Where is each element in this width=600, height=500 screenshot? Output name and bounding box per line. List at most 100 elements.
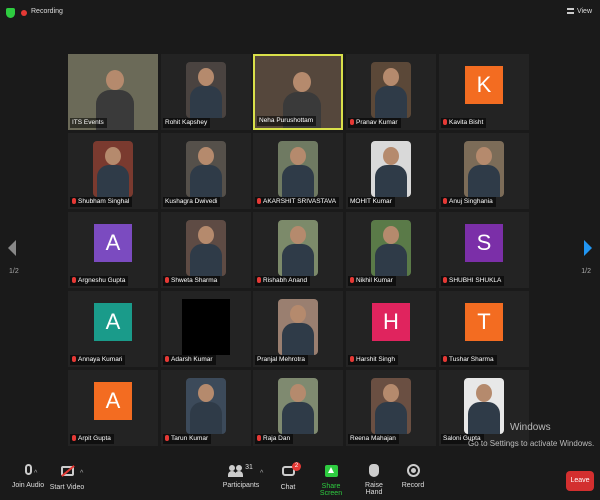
participant-tile[interactable]: Pranjal Mehrotra	[253, 291, 343, 367]
participant-tile[interactable]: Saloni Gupta	[439, 370, 529, 446]
participant-video-feed	[93, 141, 133, 197]
participant-name-label: Nikhil Kumar	[348, 276, 396, 286]
muted-microphone-icon	[443, 356, 447, 362]
participant-tile[interactable]: Shubham Singhal	[68, 133, 158, 209]
participant-gallery: ITS Events Rohit Kapshey Neha Purushottam P…	[0, 0, 600, 460]
participant-tile[interactable]: Neha Purushottam	[253, 54, 343, 130]
share-screen-label: Share Screen	[319, 483, 343, 497]
participant-video-feed	[464, 141, 504, 197]
muted-microphone-icon	[165, 277, 169, 283]
audio-options-chevron-icon[interactable]: ^	[34, 470, 37, 477]
participant-tile[interactable]: Adarsh Kumar	[161, 291, 251, 367]
participant-name-label: AKARSHIT SRIVASTAVA	[255, 197, 340, 207]
video-options-chevron-icon[interactable]: ^	[80, 470, 83, 477]
participant-avatar: T	[465, 303, 503, 341]
participant-tile[interactable]: Tarun Kumar	[161, 370, 251, 446]
raise-hand-label: Raise Hand	[365, 482, 383, 496]
participant-name: Kavita Bisht	[449, 119, 484, 126]
participant-tile[interactable]: Rishabh Anand	[253, 212, 343, 288]
muted-microphone-icon	[72, 435, 76, 441]
participant-name: Argneshu Gupta	[78, 277, 126, 284]
participant-avatar: S	[465, 224, 503, 262]
participant-name: AKARSHIT SRIVASTAVA	[263, 198, 337, 205]
muted-microphone-icon	[443, 119, 447, 125]
participants-count: 31	[245, 464, 253, 471]
participant-name: Arpit Gupta	[78, 435, 111, 442]
share-screen-icon	[324, 465, 338, 477]
participant-tile[interactable]: ITS Events	[68, 54, 158, 130]
participant-name-label: Reena Mahajan	[348, 434, 399, 444]
participant-name-label: Shweta Sharma	[163, 276, 221, 286]
participant-tile[interactable]: Raja Dan	[253, 370, 343, 446]
participant-name-label: Rohit Kapshey	[163, 118, 211, 128]
participant-name-label: Annaya Kumari	[70, 355, 126, 365]
record-button[interactable]: Record	[400, 464, 426, 489]
participant-video-feed	[278, 299, 318, 355]
muted-microphone-icon	[350, 277, 354, 283]
participant-name-label: Arpit Gupta	[70, 434, 114, 444]
muted-microphone-icon	[72, 356, 76, 362]
participant-tile[interactable]: Anuj Singhania	[439, 133, 529, 209]
participant-name: Nikhil Kumar	[356, 277, 393, 284]
participant-tile[interactable]: Nikhil Kumar	[346, 212, 436, 288]
share-screen-button[interactable]: Share Screen	[310, 464, 352, 497]
participant-name-label: Tarun Kumar	[163, 434, 212, 444]
participant-name-label: Neha Purushottam	[257, 116, 317, 126]
activation-watermark-subtitle: Go to Settings to activate Windows.	[468, 439, 595, 448]
participant-name-label: Pranjal Mehrotra	[255, 355, 309, 365]
participant-tile[interactable]: T Tushar Sharma	[439, 291, 529, 367]
next-page-arrow-icon[interactable]	[584, 240, 592, 256]
participants-options-chevron-icon[interactable]: ^	[260, 470, 263, 477]
start-video-button[interactable]: Start Video	[46, 464, 88, 491]
video-off-icon	[60, 466, 74, 476]
participant-video-feed	[371, 220, 411, 276]
muted-microphone-icon	[443, 198, 447, 204]
participant-avatar: A	[94, 303, 132, 341]
participant-video-feed	[186, 220, 226, 276]
participant-tile[interactable]: A Annaya Kumari	[68, 291, 158, 367]
muted-microphone-icon	[72, 277, 76, 283]
participant-tile[interactable]: S SHUBHI SHUKLA	[439, 212, 529, 288]
participant-name: Shubham Singhal	[78, 198, 130, 205]
participant-name: Reena Mahajan	[350, 435, 396, 442]
participant-name-label: Raja Dan	[255, 434, 294, 444]
participant-name-label: Pranav Kumar	[348, 118, 401, 128]
participant-tile[interactable]: AKARSHIT SRIVASTAVA	[253, 133, 343, 209]
participant-tile[interactable]: Rohit Kapshey	[161, 54, 251, 130]
leave-meeting-button[interactable]: Leave	[566, 471, 594, 491]
participant-video-feed	[464, 378, 504, 434]
participant-tile[interactable]: Shweta Sharma	[161, 212, 251, 288]
join-audio-button[interactable]: Join Audio	[6, 464, 50, 489]
participant-name: Shweta Sharma	[171, 277, 218, 284]
muted-microphone-icon	[443, 277, 447, 283]
participant-tile[interactable]: Reena Mahajan	[346, 370, 436, 446]
participant-name-label: Adarsh Kumar	[163, 355, 216, 365]
start-video-label: Start Video	[49, 484, 85, 491]
chat-label: Chat	[280, 484, 296, 491]
participant-name-label: Tushar Sharma	[441, 355, 497, 365]
participant-tile[interactable]: A Arpit Gupta	[68, 370, 158, 446]
participant-tile[interactable]: MOHIT Kumar	[346, 133, 436, 209]
participants-button[interactable]: 31 Participants	[218, 464, 264, 489]
raise-hand-button[interactable]: Raise Hand	[356, 464, 392, 496]
participant-tile[interactable]: H Harshit Singh	[346, 291, 436, 367]
muted-microphone-icon	[165, 435, 169, 441]
chat-button[interactable]: 2 Chat	[276, 462, 301, 491]
muted-microphone-icon	[72, 198, 76, 204]
participant-tile[interactable]: Pranav Kumar	[346, 54, 436, 130]
activation-watermark-title: Windows	[510, 422, 551, 433]
muted-microphone-icon	[257, 435, 261, 441]
participant-tile[interactable]: Kushagra Dwivedi	[161, 133, 251, 209]
participant-name-label: Argneshu Gupta	[70, 276, 129, 286]
participant-video-feed	[186, 62, 226, 118]
participant-video-feed	[371, 141, 411, 197]
participant-video-feed	[186, 378, 226, 434]
participant-tile[interactable]: A Argneshu Gupta	[68, 212, 158, 288]
participant-name-label: Kavita Bisht	[441, 118, 487, 128]
participants-icon	[228, 465, 244, 477]
participant-avatar: A	[94, 224, 132, 262]
previous-page-arrow-icon[interactable]	[8, 240, 16, 256]
participant-tile[interactable]: K Kavita Bisht	[439, 54, 529, 130]
participant-video-feed	[182, 299, 230, 355]
participant-name-label: SHUBHI SHUKLA	[441, 276, 505, 286]
